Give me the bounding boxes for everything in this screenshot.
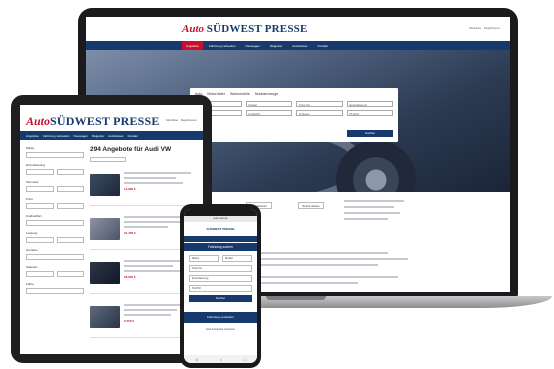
filter-input[interactable] bbox=[56, 237, 84, 243]
text-line bbox=[344, 206, 394, 208]
mobile-search-button[interactable]: Suchen bbox=[189, 295, 252, 302]
car-thumbnail[interactable] bbox=[90, 262, 120, 284]
sort-select[interactable] bbox=[90, 157, 126, 162]
filter-input[interactable] bbox=[26, 237, 54, 243]
search-select[interactable]: Umkreis bbox=[296, 110, 343, 116]
result-count: 294 Angebote für Audi VW bbox=[90, 146, 172, 153]
filter-group: Getriebe bbox=[26, 248, 84, 260]
site-logo[interactable]: AutoSÜDWEST PRESSE bbox=[26, 114, 160, 129]
filter-input[interactable] bbox=[56, 169, 84, 175]
listing-text: 14.990 € bbox=[124, 168, 198, 205]
filter-input[interactable] bbox=[56, 271, 84, 277]
nav-item[interactable]: Ratgeber bbox=[92, 131, 104, 140]
phone-screen: auto.swp.de SÜDWEST PRESSE Fahrzeug such… bbox=[184, 209, 257, 363]
filter-input[interactable] bbox=[26, 152, 84, 158]
filter-group: Kraftstoffart bbox=[26, 214, 84, 226]
filter-input[interactable] bbox=[26, 220, 84, 226]
laptop-notch bbox=[266, 296, 326, 300]
nav-item[interactable]: Autohäuser bbox=[108, 131, 123, 140]
car-thumbnail[interactable] bbox=[90, 218, 120, 240]
search-select[interactable]: Modell bbox=[245, 101, 292, 107]
filter-input[interactable] bbox=[26, 271, 54, 277]
mobile-search-form: Marke Modell Preis bis Erstzulassung PLZ… bbox=[184, 251, 257, 306]
mobile-footer-text[interactable]: Jetzt kostenlos inserieren bbox=[184, 323, 257, 336]
filter-group: Erstzulassung bbox=[26, 163, 84, 175]
tab-wohnmobile[interactable]: Wohnmobile bbox=[230, 92, 250, 97]
tablet-screen: AutoSÜDWEST PRESSE Merkliste · Registrie… bbox=[20, 105, 203, 354]
price-select[interactable]: Preis bis bbox=[189, 265, 252, 272]
nav-item[interactable]: Kontakt bbox=[314, 41, 332, 50]
filter-input[interactable] bbox=[56, 203, 84, 209]
nav-item[interactable]: Kontakt bbox=[128, 131, 138, 140]
listing-item[interactable]: 14.990 € bbox=[90, 168, 198, 206]
text-line bbox=[344, 212, 400, 214]
car-thumbnail[interactable] bbox=[90, 306, 120, 328]
model-select[interactable]: Modell bbox=[222, 255, 252, 262]
search-fields: Marke Modell Preis bis Erstzulassung Kil… bbox=[190, 99, 398, 118]
car-thumbnail[interactable] bbox=[90, 174, 120, 196]
listing-price: 14.990 € bbox=[124, 187, 136, 191]
search-select[interactable]: PLZ/Ort bbox=[346, 110, 393, 116]
start-search-button[interactable]: Suche starten bbox=[298, 202, 324, 209]
tablet-main-nav: Angebote Fahrzeug verkaufen Neuwagen Rat… bbox=[20, 131, 203, 140]
filter-input[interactable] bbox=[26, 288, 84, 294]
text-line bbox=[238, 276, 398, 278]
filter-group: Kilometer bbox=[26, 180, 84, 192]
filter-group: Standort bbox=[26, 265, 84, 277]
back-icon[interactable]: ◁ bbox=[195, 357, 198, 362]
filter-input[interactable] bbox=[26, 186, 54, 192]
sell-vehicle-section[interactable]: Fahrzeug verkaufen bbox=[184, 312, 257, 323]
laptop-main-nav: Angebote Fahrzeug verkaufen Neuwagen Rat… bbox=[86, 41, 510, 50]
nav-item[interactable]: Neuwagen bbox=[74, 131, 88, 140]
text-line bbox=[344, 218, 388, 220]
mobile-site-logo[interactable]: SÜDWEST PRESSE bbox=[184, 222, 257, 236]
nav-item[interactable]: Angebote bbox=[26, 131, 39, 140]
nav-item[interactable]: Fahrzeug verkaufen bbox=[205, 41, 240, 50]
filter-group: Farbe bbox=[26, 282, 84, 294]
filter-input[interactable] bbox=[26, 169, 54, 175]
nav-item[interactable]: Fahrzeug verkaufen bbox=[43, 131, 70, 140]
nav-item[interactable]: Angebote bbox=[182, 41, 203, 50]
nav-item[interactable]: Autohäuser bbox=[288, 41, 311, 50]
laptop-site-header: Auto SÜDWEST PRESSE Merkliste · Registri… bbox=[86, 17, 510, 41]
tab-motorraeder[interactable]: Motorräder bbox=[207, 92, 225, 97]
filter-sidebar: Marke Erstzulassung Kilometer Preis Kraf… bbox=[26, 146, 84, 299]
tablet-site-header: AutoSÜDWEST PRESSE Merkliste · Registrie… bbox=[20, 105, 203, 131]
filter-input[interactable] bbox=[26, 203, 54, 209]
home-icon[interactable]: ○ bbox=[220, 357, 222, 362]
search-select[interactable]: Erstzulassung bbox=[346, 101, 393, 107]
status-bar bbox=[184, 209, 257, 216]
search-select[interactable]: Preis bis bbox=[296, 101, 343, 107]
filter-group: Marke bbox=[26, 146, 84, 158]
vehicle-type-tabs: Auto Motorräder Wohnmobile Nutzfahrzeuge bbox=[190, 88, 398, 99]
registration-select[interactable]: Erstzulassung bbox=[189, 275, 252, 282]
filter-input[interactable] bbox=[26, 254, 84, 260]
tablet-body: Marke Erstzulassung Kilometer Preis Kraf… bbox=[20, 140, 203, 354]
header-account-links[interactable]: Merkliste · Registrieren bbox=[166, 118, 197, 122]
recents-icon[interactable]: □ bbox=[244, 357, 246, 362]
nav-item[interactable]: Neuwagen bbox=[242, 41, 264, 50]
location-input[interactable]: PLZ/Ort bbox=[189, 285, 252, 292]
filter-group: Preis bbox=[26, 197, 84, 209]
text-line bbox=[238, 258, 408, 260]
make-select[interactable]: Marke bbox=[189, 255, 219, 262]
text-line bbox=[344, 200, 404, 202]
site-logo[interactable]: Auto SÜDWEST PRESSE bbox=[182, 23, 308, 35]
header-account-links[interactable]: Merkliste · Registrieren bbox=[469, 26, 500, 30]
mobile-search-banner: Fahrzeug suchen bbox=[184, 242, 257, 251]
nav-item[interactable]: Ratgeber bbox=[266, 41, 286, 50]
search-button[interactable]: Suchen bbox=[347, 130, 393, 137]
filter-group: Leistung bbox=[26, 231, 84, 243]
search-select[interactable]: Kraftstoff bbox=[245, 110, 292, 116]
filter-input[interactable] bbox=[56, 186, 84, 192]
vehicle-search-box: Auto Motorräder Wohnmobile Nutzfahrzeuge… bbox=[190, 88, 398, 142]
android-nav-bar: ◁ ○ □ bbox=[184, 355, 257, 363]
tab-nutzfahrzeuge[interactable]: Nutzfahrzeuge bbox=[255, 92, 278, 97]
